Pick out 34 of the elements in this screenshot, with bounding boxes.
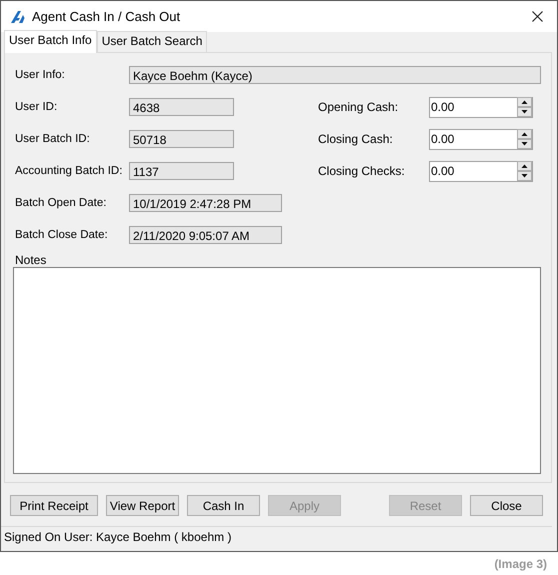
read-only-field: 1137: [129, 162, 234, 180]
tab[interactable]: User Batch Info: [4, 30, 97, 53]
field-label: Opening Cash:: [318, 100, 400, 114]
number-spin-field[interactable]: 0.00: [429, 160, 533, 182]
read-only-field: 2/11/2020 9:05:07 AM: [129, 226, 282, 244]
read-only-field: 4638: [129, 98, 234, 116]
field-label: Closing Checks:: [318, 164, 406, 178]
notes-field[interactable]: [13, 267, 541, 474]
tab[interactable]: User Batch Search: [96, 31, 208, 52]
dialog-button[interactable]: Cash In: [187, 495, 260, 516]
image-caption: (Image 3): [494, 557, 547, 571]
spin-arrows-icon[interactable]: [517, 161, 532, 181]
number-spin-field[interactable]: 0.00: [429, 96, 533, 118]
field-label: User Info:: [14, 69, 66, 81]
read-only-field: 10/1/2019 2:47:28 PM: [129, 194, 282, 212]
dialog-button[interactable]: Print Receipt: [10, 495, 98, 516]
spin-arrows-icon[interactable]: [517, 129, 532, 149]
spin-arrows-icon[interactable]: [517, 97, 532, 117]
status-text: Signed On User: Kayce Boehm ( kboehm ): [4, 530, 232, 544]
notes-label: Notes: [14, 253, 48, 267]
read-only-field: 50718: [129, 130, 234, 148]
field-label: Accounting Batch ID:: [14, 165, 124, 177]
user-info-field: Kayce Boehm (Kayce): [129, 66, 541, 84]
window-title: Agent Cash In / Cash Out: [32, 9, 182, 24]
dialog-button[interactable]: Close: [470, 495, 543, 516]
field-label: Batch Close Date:: [14, 229, 109, 241]
close-icon[interactable]: [532, 11, 543, 22]
field-label: User Batch ID:: [14, 133, 91, 145]
field-label: User ID:: [14, 101, 58, 113]
dialog-button[interactable]: View Report: [106, 495, 179, 516]
logo-icon: [10, 10, 26, 24]
field-label: Batch Open Date:: [14, 197, 108, 209]
number-spin-field[interactable]: 0.00: [429, 128, 533, 150]
field-label: Closing Cash:: [318, 132, 394, 146]
